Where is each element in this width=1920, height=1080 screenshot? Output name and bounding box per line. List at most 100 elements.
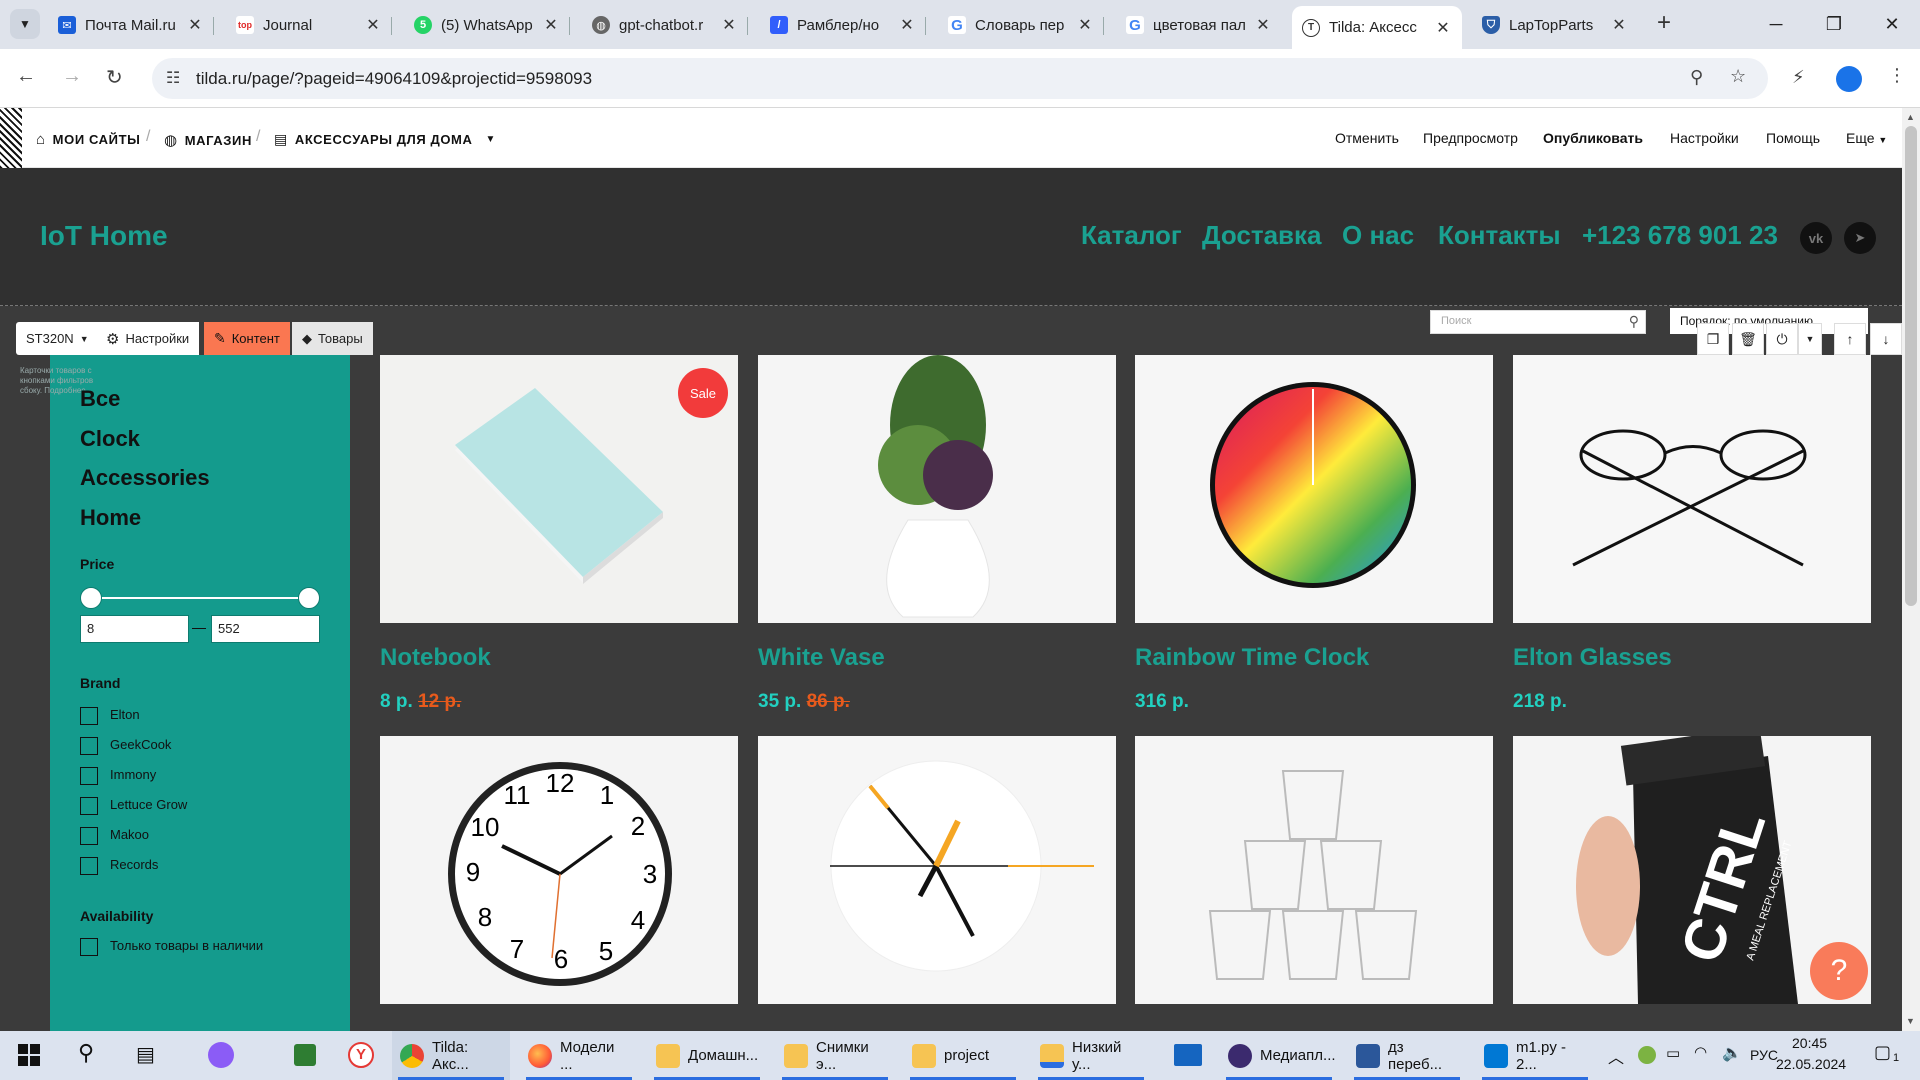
- profile-avatar[interactable]: [1836, 66, 1862, 92]
- taskbar-app-media[interactable]: Медиапл...: [1220, 1031, 1338, 1080]
- undo-link[interactable]: Отменить: [1335, 130, 1399, 146]
- close-icon[interactable]: ✕: [1434, 18, 1452, 38]
- price-min-input[interactable]: 8: [80, 615, 189, 643]
- more-link[interactable]: Еще ▼: [1846, 130, 1887, 146]
- product-image-rainbow-clock[interactable]: [1135, 355, 1493, 623]
- taskbar-app-word[interactable]: дз переб...: [1348, 1031, 1466, 1080]
- store-icon[interactable]: [294, 1044, 316, 1066]
- close-window-icon[interactable]: ✕: [1863, 0, 1920, 49]
- back-icon[interactable]: ←: [16, 65, 36, 88]
- taskbar-app-folder[interactable]: project: [904, 1031, 1022, 1080]
- yandex-icon[interactable]: Y: [348, 1042, 374, 1068]
- tray-chevron-icon[interactable]: ︿: [1608, 1044, 1624, 1068]
- price-max-handle[interactable]: [298, 587, 320, 609]
- taskbar-app-chrome[interactable]: Tilda: Акс...: [392, 1031, 510, 1080]
- clock-time[interactable]: 20:45: [1792, 1035, 1827, 1051]
- brand-checkbox[interactable]: [80, 857, 98, 875]
- minimize-icon[interactable]: ─: [1747, 0, 1805, 49]
- taskbar-app-firefox[interactable]: Модели ...: [520, 1031, 638, 1080]
- nav-delivery[interactable]: Доставка: [1202, 220, 1322, 251]
- store-search[interactable]: Поиск ⚲: [1430, 310, 1646, 334]
- extensions-icon[interactable]: ⚡: [1792, 67, 1805, 88]
- product-image-station-clock[interactable]: [758, 736, 1116, 1004]
- browser-tab[interactable]: ✉ Почта Mail.ru ✕: [48, 8, 214, 42]
- product-image-notebook[interactable]: Sale: [380, 355, 738, 623]
- category-home[interactable]: Home: [80, 505, 141, 531]
- close-icon[interactable]: ✕: [186, 15, 204, 35]
- product-image-wall-clock[interactable]: 12 1 2 3 4 5 6 7 8 9 10 11: [380, 736, 738, 1004]
- product-title[interactable]: White Vase: [758, 644, 885, 672]
- search-icon[interactable]: ⚲: [78, 1040, 94, 1066]
- chevron-down-icon[interactable]: ▼: [1798, 323, 1822, 355]
- product-image-vase[interactable]: [758, 355, 1116, 623]
- notification-icon[interactable]: ▢: [1874, 1042, 1891, 1063]
- menu-kebab-icon[interactable]: ⋮: [1888, 65, 1906, 86]
- scrollbar-down-icon[interactable]: ▼: [1906, 1016, 1915, 1026]
- tray-app-icon[interactable]: [1638, 1046, 1656, 1064]
- brand-checkbox[interactable]: [80, 767, 98, 785]
- product-title[interactable]: Elton Glasses: [1513, 644, 1672, 672]
- duplicate-icon[interactable]: ❐: [1697, 323, 1729, 355]
- task-view-icon[interactable]: ▤: [136, 1042, 155, 1067]
- brand-checkbox[interactable]: [80, 797, 98, 815]
- assistant-icon[interactable]: [208, 1042, 234, 1068]
- product-image-glass-cups[interactable]: [1135, 736, 1493, 1004]
- category-accessories[interactable]: Accessories: [80, 465, 210, 491]
- block-id-button[interactable]: ST320N ▼: [16, 322, 99, 355]
- preview-link[interactable]: Предпросмотр: [1423, 130, 1518, 146]
- clock-date[interactable]: 22.05.2024: [1776, 1056, 1846, 1072]
- browser-tab[interactable]: ◍ gpt-chatbot.r ✕: [582, 8, 748, 42]
- block-products-button[interactable]: ◆ Товары: [292, 322, 373, 355]
- breadcrumb-my-sites[interactable]: ⌂ МОИ САЙТЫ: [36, 131, 140, 148]
- category-clock[interactable]: Clock: [80, 426, 140, 452]
- brand-checkbox[interactable]: [80, 707, 98, 725]
- site-info-icon[interactable]: ☷: [166, 68, 180, 88]
- site-logo[interactable]: IoT Home: [40, 220, 168, 252]
- forward-icon[interactable]: →: [62, 65, 82, 88]
- scrollbar-thumb[interactable]: [1905, 126, 1917, 606]
- tab-search-button[interactable]: ▼: [10, 9, 40, 39]
- windows-start-icon[interactable]: [18, 1044, 40, 1066]
- scrollbar-up-icon[interactable]: ▲: [1906, 112, 1915, 122]
- nav-contacts[interactable]: Контакты: [1438, 220, 1561, 251]
- search-icon[interactable]: ⚲: [1629, 313, 1639, 330]
- close-icon[interactable]: ✕: [542, 15, 560, 35]
- nav-about[interactable]: О нас: [1342, 220, 1414, 251]
- close-icon[interactable]: ✕: [1254, 15, 1272, 35]
- telegram-icon[interactable]: ➤: [1844, 222, 1876, 254]
- close-icon[interactable]: ✕: [364, 15, 382, 35]
- browser-tab-active[interactable]: T Tilda: Аксесс ✕: [1292, 6, 1462, 49]
- browser-tab[interactable]: top Journal ✕: [226, 8, 392, 42]
- product-image-glasses[interactable]: [1513, 355, 1871, 623]
- mail-icon[interactable]: [1174, 1044, 1202, 1066]
- price-min-handle[interactable]: [80, 587, 102, 609]
- close-icon[interactable]: ✕: [720, 15, 738, 35]
- taskbar-app-folder[interactable]: Домашн...: [648, 1031, 766, 1080]
- price-max-input[interactable]: 552: [211, 615, 320, 643]
- nav-phone[interactable]: +123 678 901 23: [1582, 220, 1778, 251]
- browser-tab[interactable]: ⛉ LapTopParts ✕: [1472, 8, 1638, 42]
- volume-icon[interactable]: 🔈: [1722, 1043, 1742, 1063]
- settings-link[interactable]: Настройки: [1670, 130, 1739, 146]
- brand-checkbox[interactable]: [80, 737, 98, 755]
- product-title[interactable]: Rainbow Time Clock: [1135, 644, 1369, 672]
- close-icon[interactable]: ✕: [1076, 15, 1094, 35]
- restore-icon[interactable]: ❐: [1805, 0, 1863, 49]
- browser-tab[interactable]: 5 (5) WhatsApp ✕: [404, 8, 570, 42]
- page-scrollbar[interactable]: ▲ ▼: [1902, 108, 1920, 1031]
- reload-icon[interactable]: ↻: [106, 65, 123, 90]
- wifi-icon[interactable]: ◠: [1694, 1043, 1707, 1061]
- browser-tab[interactable]: G цветовая пал ✕: [1116, 8, 1282, 42]
- help-chat-button[interactable]: ?: [1810, 942, 1868, 1000]
- move-up-icon[interactable]: ↑: [1834, 323, 1866, 355]
- nav-catalog[interactable]: Каталог: [1081, 220, 1182, 251]
- taskbar-app-explorer[interactable]: Низкий у...: [1032, 1031, 1150, 1080]
- move-down-icon[interactable]: ↓: [1870, 323, 1902, 355]
- browser-tab[interactable]: / Рамблер/но ✕: [760, 8, 926, 42]
- publish-link[interactable]: Опубликовать: [1543, 130, 1643, 146]
- taskbar-app-vscode[interactable]: m1.py - 2...: [1476, 1031, 1594, 1080]
- taskbar-app-folder[interactable]: Снимки э...: [776, 1031, 894, 1080]
- brand-checkbox[interactable]: [80, 827, 98, 845]
- language-indicator[interactable]: РУС: [1750, 1047, 1778, 1063]
- breadcrumb-page[interactable]: ▤ АКСЕССУАРЫ ДЛЯ ДОМА ▼: [274, 131, 496, 148]
